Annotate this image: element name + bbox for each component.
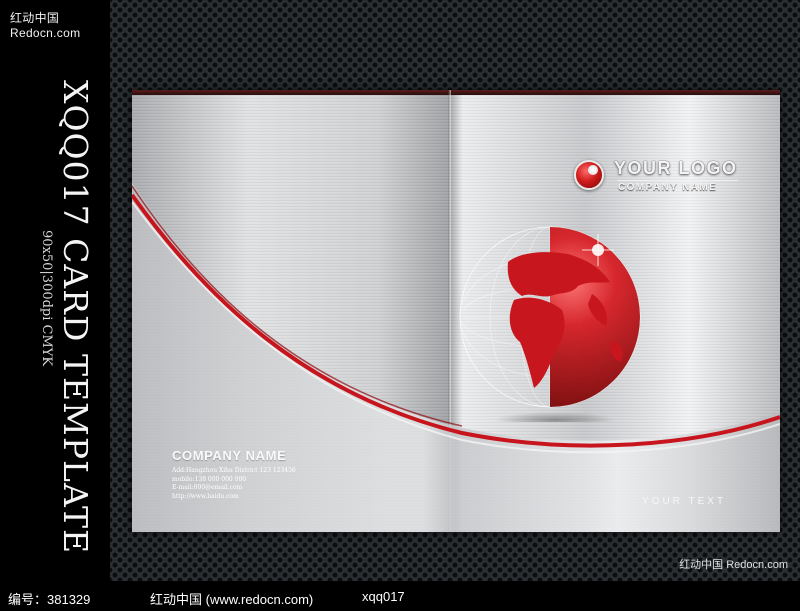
company-name: COMPANY NAME: [172, 448, 287, 463]
brochure-cover: YOUR LOGO COMPANY NAME COMPANY NAME Add:…: [132, 90, 780, 532]
contact-lines: Add:Hangzhou Xihu District 123 123456 mo…: [172, 467, 432, 501]
footer-code: xqq017: [362, 589, 405, 604]
watermark-top: 红动中国 Redocn.com: [10, 11, 81, 40]
logo-title: YOUR LOGO: [614, 158, 738, 178]
footer-id: 编号：381329: [8, 592, 91, 607]
contact-block: COMPANY NAME Add:Hangzhou Xihu District …: [172, 448, 432, 501]
your-text: YOUR TEXT: [642, 496, 727, 507]
watermark-bottom: 红动中国 Redocn.com: [679, 559, 788, 571]
contact-email: E-mail:000@email.com: [172, 484, 243, 491]
contact-address: Add:Hangzhou Xihu District 123 123456: [172, 467, 296, 474]
vertical-title-block: XQQ017 CARD TEMPLATE 90x50|300dpi CMYK: [15, 80, 95, 555]
template-spec: 90x50|300dpi CMYK: [39, 230, 54, 367]
left-title-band: 红动中国 Redocn.com XQQ017 CARD TEMPLATE 90x…: [0, 0, 110, 611]
red-globe-icon: [459, 226, 641, 422]
contact-mobile: mobile:138 000 000 000: [172, 475, 247, 483]
contact-website: http://www.baidu.com: [172, 492, 239, 500]
template-title: XQQ017 CARD TEMPLATE: [56, 80, 95, 555]
footer-site[interactable]: 红动中国 (www.redocn.com): [150, 589, 313, 608]
logo-company-name: COMPANY NAME: [618, 182, 718, 193]
logo-divider: [618, 180, 738, 181]
logo-block: YOUR LOGO COMPANY NAME: [574, 158, 744, 198]
logo-circle-icon: [574, 160, 604, 190]
footer-bar: 编号：381329 红动中国 (www.redocn.com) xqq017: [0, 581, 800, 611]
